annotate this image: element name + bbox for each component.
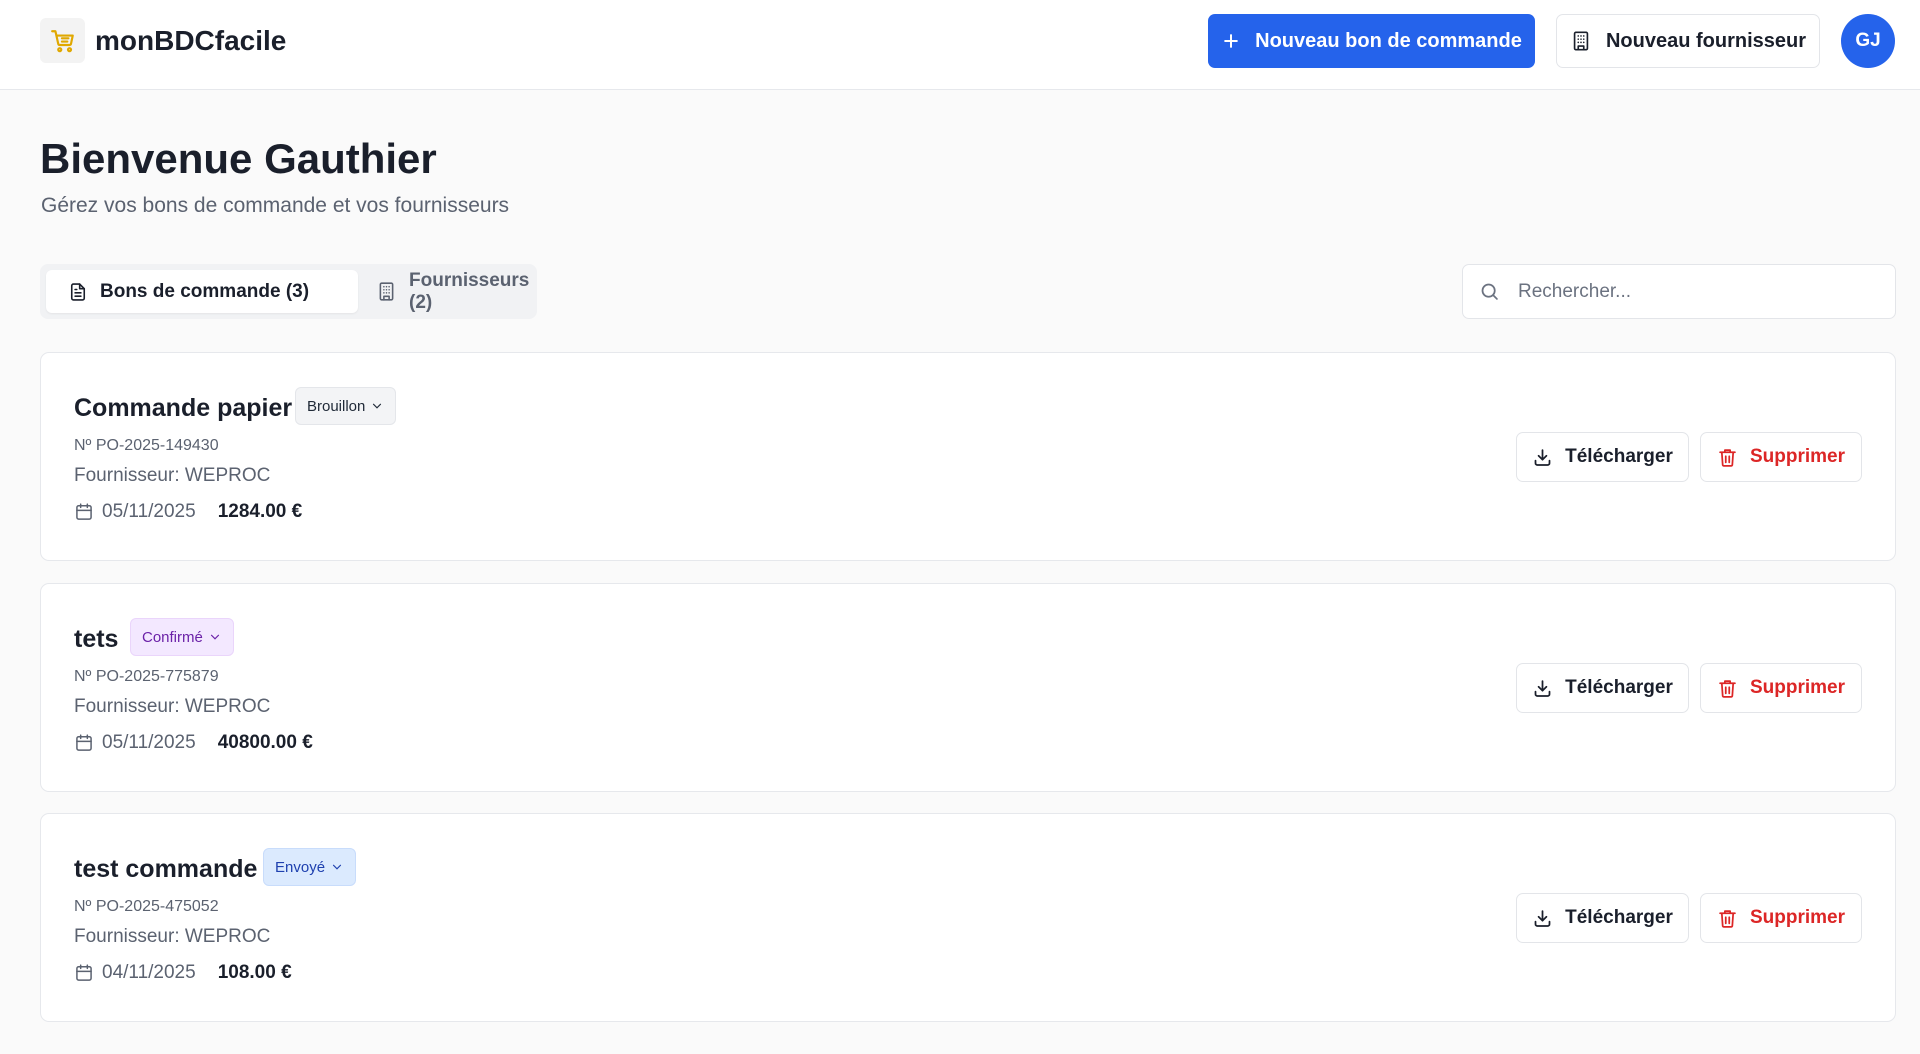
top-header: monBDCfacile Nouveau bon de commande Nou…	[0, 0, 1920, 90]
delete-button[interactable]: Supprimer	[1700, 663, 1862, 713]
download-label: Télécharger	[1565, 677, 1673, 698]
chevron-down-icon	[208, 630, 222, 644]
status-badge[interactable]: Envoyé	[263, 848, 357, 886]
download-icon	[1532, 447, 1553, 468]
shopping-cart-icon	[50, 28, 76, 54]
delete-label: Supprimer	[1749, 446, 1846, 467]
status-label: Brouillon	[307, 397, 366, 415]
new-supplier-label: Nouveau fournisseur	[1605, 29, 1807, 52]
order-supplier: Fournisseur: WEPROC	[74, 465, 271, 486]
app-logo[interactable]	[40, 18, 85, 63]
download-button[interactable]: Télécharger	[1516, 663, 1689, 713]
calendar-icon	[74, 733, 94, 753]
tab-suppliers[interactable]: Fournisseurs (2)	[358, 270, 534, 313]
order-date: 04/11/2025	[102, 962, 196, 983]
calendar-icon	[74, 963, 94, 983]
delete-button[interactable]: Supprimer	[1700, 893, 1862, 943]
order-date: 05/11/2025	[102, 501, 196, 522]
tab-list: Bons de commande (3) Fournisseurs (2)	[40, 264, 537, 319]
download-label: Télécharger	[1565, 907, 1673, 928]
order-date: 05/11/2025	[102, 732, 196, 753]
search-box	[1462, 264, 1896, 319]
delete-label: Supprimer	[1749, 907, 1846, 928]
file-text-icon	[68, 282, 88, 302]
order-supplier: Fournisseur: WEPROC	[74, 696, 271, 717]
order-title: test commande	[74, 855, 258, 883]
new-supplier-button[interactable]: Nouveau fournisseur	[1556, 14, 1820, 68]
order-card: tets Confirmé Nº PO-2025-775879 Fourniss…	[40, 583, 1896, 792]
order-number: Nº PO-2025-149430	[74, 437, 219, 454]
new-order-label: Nouveau bon de commande	[1255, 29, 1522, 52]
status-badge[interactable]: Brouillon	[295, 387, 397, 425]
plus-icon	[1221, 31, 1241, 51]
download-icon	[1532, 908, 1553, 929]
download-icon	[1532, 678, 1553, 699]
building-icon	[1570, 30, 1592, 52]
tab-orders-label: Bons de commande (3)	[100, 280, 310, 302]
new-order-button[interactable]: Nouveau bon de commande	[1208, 14, 1535, 68]
order-amount: 40800.00 €	[217, 732, 313, 753]
order-title: Commande papier	[74, 394, 293, 422]
building-icon	[376, 281, 397, 302]
delete-label: Supprimer	[1749, 677, 1846, 698]
order-title: tets	[74, 625, 119, 653]
status-label: Confirmé	[142, 628, 203, 646]
app-brand-name: monBDCfacile	[95, 25, 287, 56]
calendar-icon	[74, 502, 94, 522]
tab-orders[interactable]: Bons de commande (3)	[46, 270, 358, 313]
order-number: Nº PO-2025-775879	[74, 668, 219, 685]
status-badge[interactable]: Confirmé	[130, 618, 234, 656]
chevron-down-icon	[330, 860, 344, 874]
trash-icon	[1717, 908, 1738, 929]
order-amount: 108.00 €	[217, 962, 292, 983]
search-icon	[1479, 281, 1500, 302]
download-button[interactable]: Télécharger	[1516, 432, 1689, 482]
trash-icon	[1717, 447, 1738, 468]
order-supplier: Fournisseur: WEPROC	[74, 926, 271, 947]
order-meta: 05/11/2025 1284.00 €	[74, 501, 302, 523]
trash-icon	[1717, 678, 1738, 699]
order-meta: 05/11/2025 40800.00 €	[74, 732, 313, 754]
order-card: Commande papier Brouillon Nº PO-2025-149…	[40, 352, 1896, 561]
page-title: Bienvenue Gauthier	[40, 135, 437, 182]
status-label: Envoyé	[275, 858, 326, 876]
order-number: Nº PO-2025-475052	[74, 898, 219, 915]
search-input[interactable]	[1518, 280, 1878, 303]
page-subtitle: Gérez vos bons de commande et vos fourni…	[41, 194, 510, 217]
delete-button[interactable]: Supprimer	[1700, 432, 1862, 482]
chevron-down-icon	[370, 399, 384, 413]
user-avatar[interactable]: GJ	[1841, 14, 1895, 68]
download-label: Télécharger	[1565, 446, 1673, 467]
download-button[interactable]: Télécharger	[1516, 893, 1689, 943]
tab-suppliers-label: Fournisseurs (2)	[409, 269, 530, 313]
order-amount: 1284.00 €	[217, 501, 303, 522]
order-card: test commande Envoyé Nº PO-2025-475052 F…	[40, 813, 1896, 1022]
order-meta: 04/11/2025 108.00 €	[74, 962, 292, 984]
